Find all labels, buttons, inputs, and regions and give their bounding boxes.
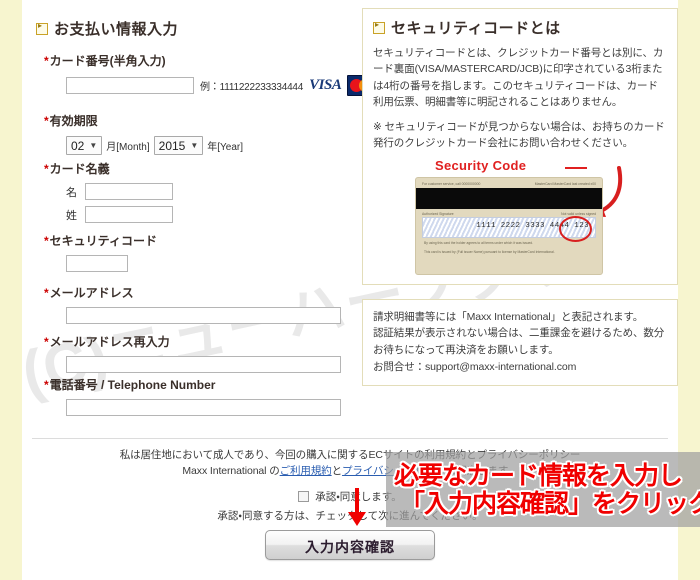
expiry-year-value: 2015: [158, 138, 186, 153]
terms-of-use-link[interactable]: ご利用規約: [280, 465, 332, 477]
security-info-paragraph-1: セキュリティコードとは、クレジットカード番号とは別に、カード裏面(VISA/MA…: [373, 47, 664, 108]
left-page-gutter: [0, 0, 22, 580]
section-divider: [32, 438, 668, 439]
agreement-checkbox[interactable]: [298, 490, 310, 502]
expiry-month-value: 02: [71, 138, 85, 153]
card-number-label: *カード番号(半角入力): [44, 52, 379, 69]
billing-notice-line-2: 認証結果が表示されない場合は、二重課金を避けるため、数分お待ちになって再決済をお…: [373, 327, 665, 357]
card-fineprint-2: This card is issued by (Full issuer Name…: [424, 249, 555, 254]
security-info-heading: セキュリティコードとは: [373, 17, 667, 38]
agreement-conjunction: と: [331, 464, 343, 477]
chevron-down-icon: ▼: [89, 141, 98, 150]
first-name-input[interactable]: [85, 183, 173, 200]
callout-line-2: 「入力内容確認」をクリック: [400, 489, 700, 518]
down-arrow-icon: [348, 488, 366, 526]
agreement-line-1-text: 私は居住地において成人であり、今回の購入に関するECサイトの: [119, 449, 425, 461]
payment-section-heading: お支払い情報入力: [36, 18, 178, 39]
expiry-label: *有効期限: [44, 112, 243, 129]
field-security-code: *セキュリティコード: [44, 232, 157, 272]
expiry-month-unit: 月[Month]: [106, 142, 150, 153]
card-name-label: *カード名義: [44, 160, 173, 177]
expiry-month-select[interactable]: 02 ▼: [66, 136, 103, 155]
email-confirm-label-text: メールアドレス再入力: [49, 335, 170, 349]
card-fineprint-1: By using this card the holder agrees to …: [424, 240, 534, 245]
security-code-label: *セキュリティコード: [44, 232, 157, 249]
expand-box-icon: [373, 20, 385, 34]
first-name-label: 名: [66, 186, 77, 199]
required-mark: *: [44, 378, 49, 392]
card-signature-band: 1111 2222 3333 4444 123: [422, 215, 596, 242]
instruction-callout: 必要なカード情報を入力し 「入力内容確認」をクリック: [386, 452, 700, 527]
security-code-callout-label: Security Code: [435, 157, 527, 173]
security-code-input[interactable]: [66, 255, 128, 272]
submit-section: 入力内容確認: [22, 530, 678, 560]
form-columns: お支払い情報入力 *カード番号(半角入力) 例：1111222233334444…: [22, 0, 678, 430]
credit-card-back-image: For customer service, call 0000000000 Ma…: [415, 176, 603, 275]
expand-box-icon: [36, 21, 48, 35]
payment-section-title: お支払い情報入力: [54, 21, 179, 38]
cvv-highlight-circle: [559, 215, 592, 242]
email-input[interactable]: [66, 307, 341, 324]
field-telephone: *電話番号 / Telephone Number: [44, 376, 341, 416]
card-authorized-signature-text: Authorized Signature: [422, 211, 454, 216]
chevron-down-icon: ▼: [190, 141, 199, 150]
security-code-label-text: セキュリティコード: [49, 234, 157, 248]
email-label-text: メールアドレス: [49, 286, 134, 300]
visa-logo: VISA: [309, 77, 342, 93]
billing-notice-box: 請求明細書等には「Maxx International」と表記されます。 認証結…: [362, 298, 678, 386]
field-email-confirm: *メールアドレス再入力: [44, 333, 341, 373]
security-code-callout-dash: [565, 166, 587, 169]
card-top-right-text: MasterCard MasterCard last created x00: [534, 181, 596, 186]
telephone-label: *電話番号 / Telephone Number: [44, 376, 341, 393]
security-info-paragraph-2: ※ セキュリティコードが見つからない場合は、お持ちのカード発行のクレジットカード…: [373, 121, 665, 150]
security-info-title: セキュリティコードとは: [391, 20, 561, 37]
agreement-company-prefix: Maxx International の: [182, 464, 280, 477]
field-expiry: *有効期限 02 ▼ 月[Month] 2015 ▼ 年[Year]: [44, 112, 243, 155]
required-mark: *: [44, 234, 49, 248]
billing-notice-line-1: 請求明細書等には「Maxx International」と表記されます。: [373, 310, 644, 323]
expiry-year-unit: 年[Year]: [207, 142, 244, 153]
field-email: *メールアドレス: [44, 284, 341, 324]
telephone-label-text: 電話番号 / Telephone Number: [49, 378, 216, 392]
card-name-label-text: カード名義: [49, 162, 110, 176]
card-not-valid-text: Not valid unless signed: [561, 211, 596, 216]
field-card-name: *カード名義 名 姓: [44, 160, 173, 223]
required-mark: *: [44, 114, 49, 128]
callout-line-1: 必要なカード情報を入力し: [394, 461, 683, 490]
expiry-year-select[interactable]: 2015 ▼: [153, 136, 204, 155]
security-code-info-column: セキュリティコードとは セキュリティコードとは、クレジットカード番号とは別に、カ…: [362, 8, 678, 386]
card-customer-service-text: For customer service, call 0000000000: [422, 181, 481, 186]
confirm-input-button[interactable]: 入力内容確認: [265, 530, 435, 560]
email-label: *メールアドレス: [44, 284, 341, 301]
expiry-label-text: 有効期限: [49, 114, 98, 128]
security-code-info-box: セキュリティコードとは セキュリティコードとは、クレジットカード番号とは別に、カ…: [362, 8, 678, 285]
required-mark: *: [44, 54, 49, 68]
field-card-number: *カード番号(半角入力) 例：1111222233334444 VISA: [44, 52, 380, 96]
last-name-input[interactable]: [85, 206, 173, 223]
email-confirm-input[interactable]: [66, 356, 341, 373]
payment-page: (C)ニューハーフクラブドットコム お支払い情報入力 *カード番号(半角入力) …: [22, 0, 700, 580]
payment-form-column: お支払い情報入力 *カード番号(半角入力) 例：1111222233334444…: [22, 0, 380, 430]
card-number-example: 例：1111222233334444: [200, 82, 304, 93]
billing-notice-line-3: お問合せ：support@maxx-international.com: [373, 360, 577, 373]
email-confirm-label: *メールアドレス再入力: [44, 333, 341, 350]
required-mark: *: [44, 335, 49, 349]
card-back-figure: Security Code For customer service, call…: [373, 157, 667, 275]
telephone-input[interactable]: [66, 399, 341, 416]
card-magnetic-stripe: [416, 187, 602, 209]
last-name-label: 姓: [66, 209, 77, 222]
required-mark: *: [44, 162, 49, 176]
card-number-input[interactable]: [66, 77, 194, 94]
card-number-label-text: カード番号(半角入力): [49, 54, 166, 68]
required-mark: *: [44, 286, 49, 300]
